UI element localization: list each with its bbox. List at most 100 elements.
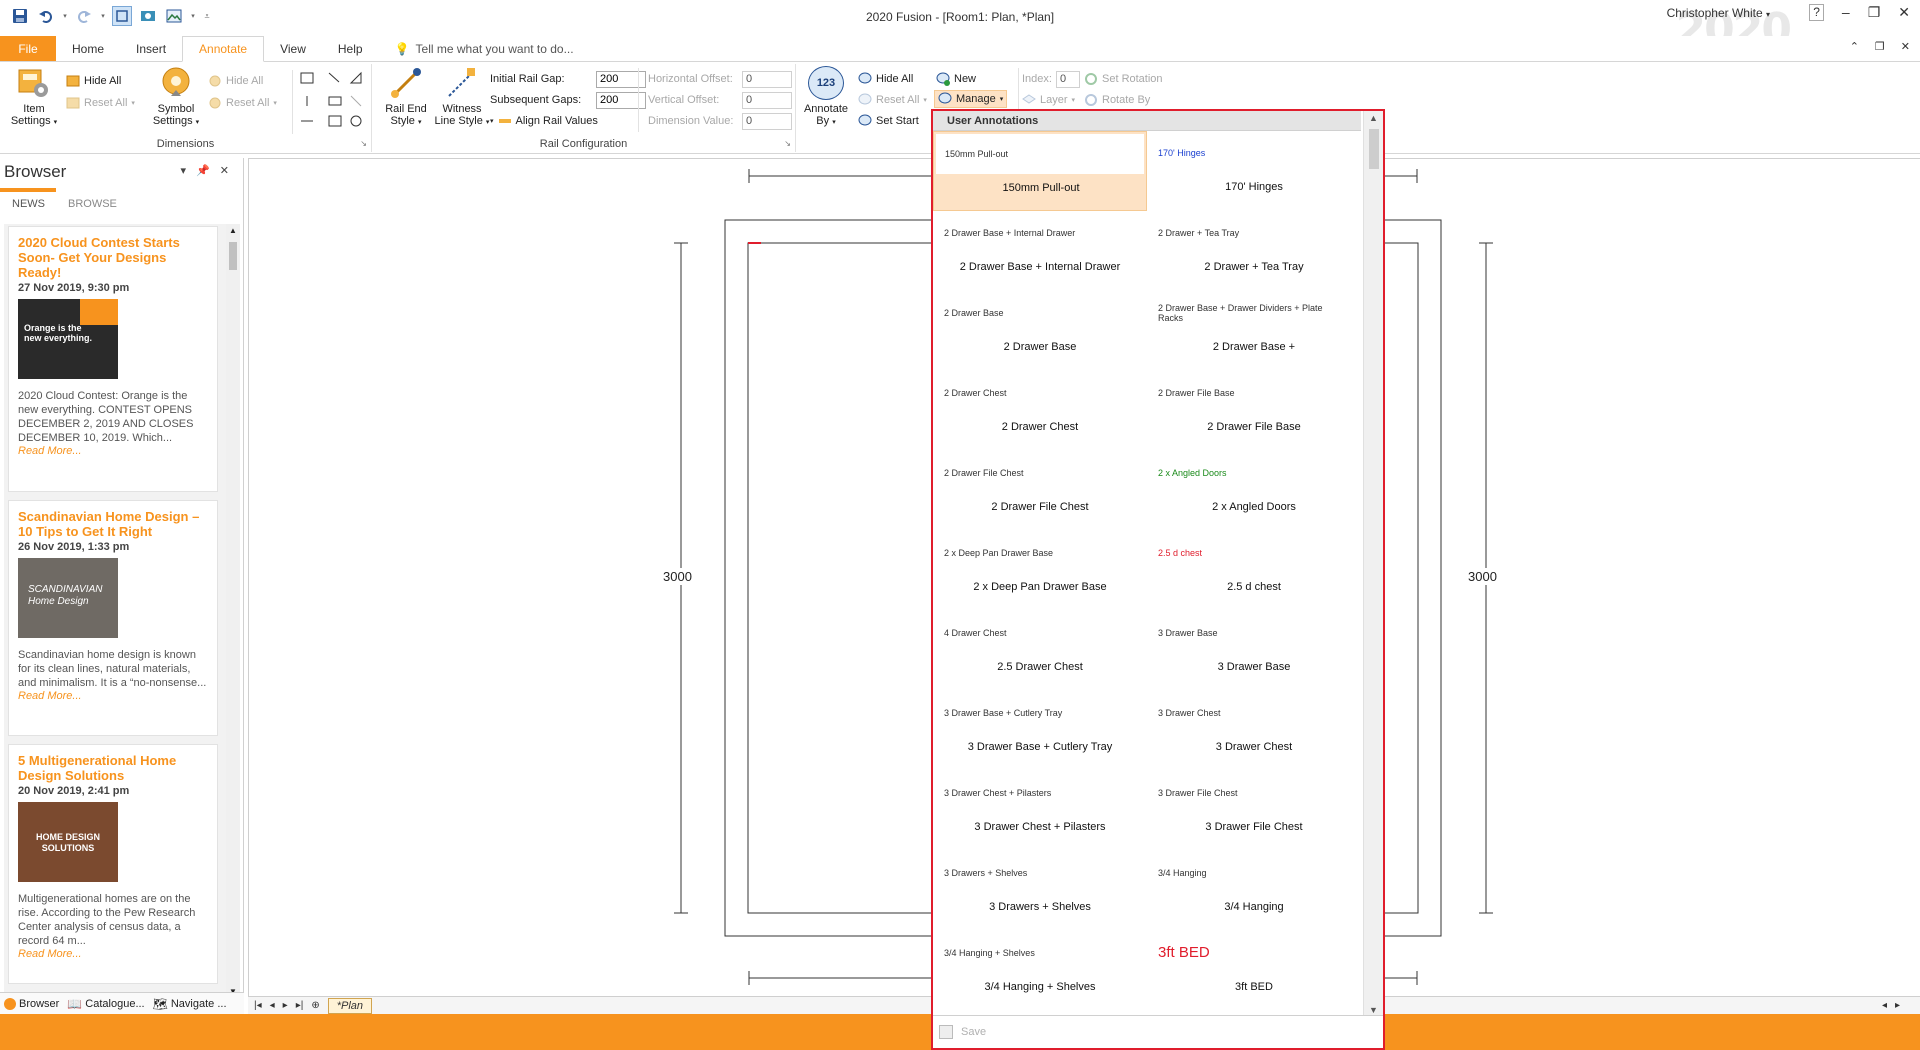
- chevron-down-icon[interactable]: ▾: [181, 164, 187, 177]
- close-icon[interactable]: ✕: [220, 164, 229, 177]
- first-sheet-icon[interactable]: |◂: [254, 1000, 262, 1011]
- last-sheet-icon[interactable]: ▸|: [296, 1000, 304, 1011]
- scroll-up-icon[interactable]: ▲: [1369, 113, 1378, 123]
- popup-scrollbar[interactable]: ▲ ▼: [1363, 111, 1383, 1017]
- symbol-reset-all-button[interactable]: Reset All ▾: [208, 94, 277, 112]
- tell-me-search[interactable]: 💡 Tell me what you want to do...: [379, 36, 590, 61]
- annotation-item[interactable]: 3 Drawer Base 3 Drawer Base: [1147, 611, 1361, 691]
- annotation-preview: 170' Hinges: [1158, 148, 1206, 158]
- tab-annotate[interactable]: Annotate: [182, 36, 265, 62]
- read-more-link[interactable]: Read More...: [18, 948, 208, 960]
- annotation-item[interactable]: 3/4 Hanging + Shelves 3/4 Hanging + Shelv…: [933, 931, 1147, 1007]
- witness-line-style-button[interactable]: Witness Line Style ▾: [434, 66, 490, 129]
- reset-all-button[interactable]: Reset All ▾: [66, 94, 135, 112]
- scroll-down-icon[interactable]: ▼: [1369, 1005, 1378, 1015]
- tab-catalogue[interactable]: 📖 Catalogue...: [67, 997, 144, 1011]
- horizontal-offset-input[interactable]: [742, 70, 792, 88]
- tab-home[interactable]: Home: [56, 36, 120, 61]
- annotation-item[interactable]: 2 Drawer File Base 2 Drawer File Base: [1147, 371, 1361, 451]
- sheet-tab-plan[interactable]: *Plan: [327, 997, 372, 1014]
- tab-navigate[interactable]: 🗺 Navigate ...: [153, 997, 227, 1011]
- symbol-hide-all-button[interactable]: Hide All: [208, 72, 263, 90]
- news-title[interactable]: Scandinavian Home Design – 10 Tips to Ge…: [18, 509, 208, 539]
- annotation-item[interactable]: 2 Drawer Base + Internal Drawer 2 Drawer …: [933, 211, 1147, 291]
- news-thumbnail[interactable]: Orange is the new everything.: [18, 299, 118, 379]
- annotation-hide-all-button[interactable]: Hide All: [858, 70, 913, 88]
- annotation-reset-all-button[interactable]: Reset All ▾: [858, 91, 927, 109]
- save-button[interactable]: Save: [961, 1026, 986, 1038]
- maximize-icon[interactable]: ❐: [1868, 4, 1881, 21]
- manage-button[interactable]: Manage ▾: [934, 90, 1008, 108]
- pin-icon[interactable]: 📌: [196, 164, 210, 177]
- restore-doc-icon[interactable]: ❐: [1875, 40, 1885, 53]
- annotation-name: 3 Drawer Chest: [1215, 741, 1293, 753]
- read-more-link[interactable]: Read More...: [18, 690, 208, 702]
- witness-line-style-icon: [445, 66, 479, 100]
- tab-browser[interactable]: Browser: [4, 997, 59, 1010]
- annotation-item[interactable]: 2 Drawer Base + Drawer Dividers + Plate …: [1147, 291, 1361, 371]
- user-account[interactable]: Christopher White ▾: [1667, 6, 1770, 20]
- hscroll-left-icon[interactable]: ◂: [1882, 1000, 1887, 1011]
- annotation-item[interactable]: 2 Drawer Base 2 Drawer Base: [933, 291, 1147, 371]
- annotation-item[interactable]: 4 Drawer Chest 2.5 Drawer Chest: [933, 611, 1147, 691]
- annotate-by-button[interactable]: 123 Annotate By ▾: [798, 66, 854, 129]
- annotation-item[interactable]: 3ft BED 3ft BED: [1147, 931, 1361, 1007]
- tab-browse[interactable]: BROWSE: [68, 198, 117, 210]
- hide-all-button[interactable]: Hide All: [66, 72, 121, 90]
- annotation-item[interactable]: 3 Drawers + Shelves 3 Drawers + Shelves: [933, 851, 1147, 931]
- tab-insert[interactable]: Insert: [120, 36, 182, 61]
- annotation-item[interactable]: 2 Drawer Chest 2 Drawer Chest: [933, 371, 1147, 451]
- annotation-item[interactable]: 3 Drawer Chest 3 Drawer Chest: [1147, 691, 1361, 771]
- dialog-launcher-icon[interactable]: ↘: [360, 139, 367, 148]
- prev-sheet-icon[interactable]: ◂: [270, 1000, 275, 1011]
- read-more-link[interactable]: Read More...: [18, 445, 208, 457]
- layer-button[interactable]: Layer ▾: [1022, 91, 1075, 109]
- new-annotation-button[interactable]: New: [936, 70, 976, 88]
- tab-help[interactable]: Help: [322, 36, 379, 61]
- scroll-thumb[interactable]: [229, 242, 237, 270]
- rail-end-style-button[interactable]: Rail End Style ▾: [378, 66, 434, 129]
- annotation-item[interactable]: 2.5 d chest 2.5 d chest: [1147, 531, 1361, 611]
- align-rail-values-button[interactable]: ▾ Align Rail Values: [490, 112, 598, 130]
- annotation-item[interactable]: 2 Drawer File Chest 2 Drawer File Chest: [933, 451, 1147, 531]
- collapse-ribbon-icon[interactable]: ⌃: [1850, 40, 1859, 53]
- scroll-thumb[interactable]: [1369, 129, 1379, 169]
- news-title[interactable]: 2020 Cloud Contest Starts Soon- Get Your…: [18, 235, 208, 280]
- annotation-name: 170' Hinges: [1225, 181, 1283, 193]
- annotation-item[interactable]: 3 Drawer Chest + Pilasters 3 Drawer Chest…: [933, 771, 1147, 851]
- annotation-item[interactable]: 2 x Deep Pan Drawer Base 2 x Deep Pan Dra…: [933, 531, 1147, 611]
- next-sheet-icon[interactable]: ▸: [283, 1000, 288, 1011]
- close-icon[interactable]: ✕: [1898, 4, 1910, 21]
- annotation-item[interactable]: 3 Drawer Base + Cutlery Tray 3 Drawer Bas…: [933, 691, 1147, 771]
- news-title[interactable]: 5 Multigenerational Home Design Solution…: [18, 753, 208, 783]
- minimize-icon[interactable]: –: [1842, 4, 1850, 21]
- add-sheet-icon[interactable]: ⊕: [311, 1000, 319, 1011]
- annotation-item[interactable]: 2 Drawer + Tea Tray 2 Drawer + Tea Tray: [1147, 211, 1361, 291]
- set-start-button[interactable]: Set Start: [858, 112, 919, 130]
- vertical-offset-input[interactable]: [742, 91, 792, 109]
- tab-news[interactable]: NEWS: [12, 198, 45, 210]
- scroll-up-icon[interactable]: ▲: [229, 226, 237, 235]
- dialog-launcher-icon[interactable]: ↘: [784, 139, 791, 148]
- news-thumbnail[interactable]: HOME DESIGN SOLUTIONS: [18, 802, 118, 882]
- annotation-item[interactable]: 3 Drawer File Chest 3 Drawer File Chest: [1147, 771, 1361, 851]
- tab-view[interactable]: View: [264, 36, 322, 61]
- close-doc-icon[interactable]: ✕: [1901, 40, 1910, 53]
- index-input[interactable]: [1056, 70, 1080, 88]
- item-settings-button[interactable]: Item Settings ▾: [6, 66, 62, 129]
- set-rotation-button[interactable]: Set Rotation: [1084, 70, 1163, 88]
- vertical-offset-row: Vertical Offset:: [648, 91, 796, 109]
- news-scrollbar[interactable]: ▲ ▼: [226, 224, 240, 998]
- annotation-item[interactable]: 2 x Angled Doors 2 x Angled Doors: [1147, 451, 1361, 531]
- annotation-item[interactable]: 170' Hinges 170' Hinges: [1147, 131, 1361, 211]
- news-thumbnail[interactable]: SCANDINAVIAN Home Design: [18, 558, 118, 638]
- help-icon[interactable]: ?: [1809, 4, 1824, 21]
- tab-file[interactable]: File: [0, 36, 56, 61]
- dimension-value-input[interactable]: [742, 112, 792, 130]
- hscroll-right-icon[interactable]: ▸: [1895, 1000, 1900, 1011]
- speech-bubble-icon: [938, 92, 952, 106]
- symbol-settings-button[interactable]: Symbol Settings ▾: [148, 66, 204, 129]
- annotation-item[interactable]: 3/4 Hanging 3/4 Hanging: [1147, 851, 1361, 931]
- rotate-by-button[interactable]: Rotate By: [1084, 91, 1150, 109]
- annotation-item[interactable]: 150mm Pull-out 150mm Pull-out: [933, 131, 1147, 211]
